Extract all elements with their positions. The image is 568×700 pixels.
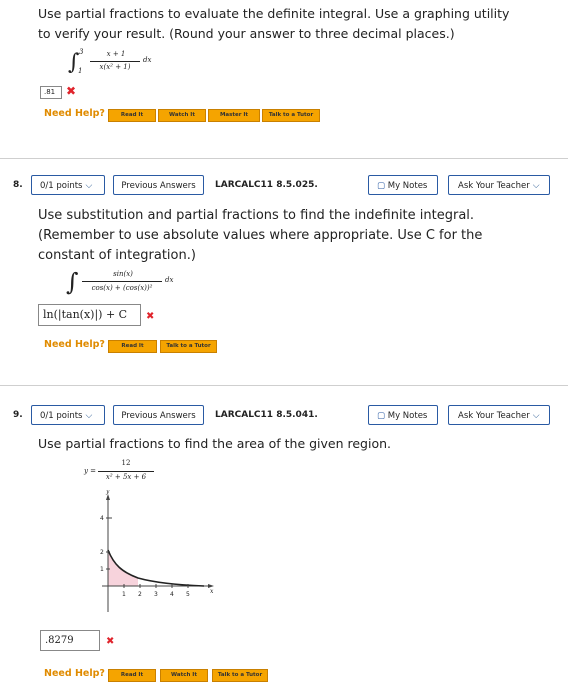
divider — [0, 385, 568, 386]
q9-equation: y = 12 x² + 5x + 6 — [84, 458, 174, 488]
integral-sign: ∫ — [66, 268, 79, 296]
q7-numerator: x + 1 — [106, 50, 126, 58]
q9-previous-answers-button[interactable]: Previous Answers — [113, 405, 204, 425]
incorrect-icon: ✖ — [66, 84, 77, 98]
q7-integral: ∫ 3 1 x + 1 x(x² + 1) dx — [68, 48, 158, 80]
q8-points-dropdown[interactable]: 0/1 points ⌵ — [31, 175, 105, 195]
q9-region-graph: y x 4 2 1 1 2 3 4 5 — [100, 490, 214, 612]
incorrect-icon: ✖ — [106, 636, 115, 647]
q7-answer-input[interactable]: .81 — [40, 86, 62, 99]
q8-points-label: 0/1 points — [40, 181, 83, 191]
q9-text: Use partial fractions to find the area o… — [38, 436, 392, 451]
x-tick-label: 3 — [154, 591, 158, 598]
q8-text-line1: Use substitution and partial fractions t… — [38, 208, 475, 223]
chevron-down-icon: ⌵ — [85, 181, 93, 191]
q7-text-line2: to verify your result. (Round your answe… — [38, 26, 455, 41]
q9-problem-code: LARCALC11 8.5.041. — [215, 410, 318, 420]
chevron-down-icon: ⌵ — [85, 411, 93, 421]
x-tick-label: 4 — [170, 591, 174, 598]
x-axis-label: x — [210, 588, 214, 595]
q8-need-help: Need Help? — [44, 339, 105, 350]
q7-lower-limit: 1 — [78, 67, 83, 75]
q8-ask-teacher-dropdown[interactable]: Ask Your Teacher ⌵ — [448, 175, 550, 195]
chevron-down-icon: ⌵ — [532, 181, 540, 191]
q9-equation-lhs: y = — [84, 467, 97, 475]
q8-dx: dx — [165, 276, 174, 284]
q9-points-label: 0/1 points — [40, 411, 83, 421]
q9-my-notes-button[interactable]: ▢ My Notes — [368, 405, 438, 425]
q8-numerator: sin(x) — [113, 270, 133, 278]
q8-text-line3: constant of integration.) — [38, 248, 196, 263]
shaded-region — [108, 550, 138, 586]
notes-icon: ▢ — [377, 411, 386, 421]
q7-upper-limit: 3 — [79, 48, 84, 56]
y-tick-label: 2 — [100, 549, 104, 556]
y-axis-label: y — [105, 490, 110, 495]
q7-read-it-button[interactable]: Read It — [108, 109, 156, 122]
q9-my-notes-label: My Notes — [387, 411, 428, 421]
q9-equation-denominator: x² + 5x + 6 — [105, 473, 147, 481]
q8-my-notes-label: My Notes — [387, 181, 428, 191]
x-tick-label: 2 — [138, 591, 142, 598]
chevron-down-icon: ⌵ — [532, 411, 540, 421]
q7-watch-it-button[interactable]: Watch It — [158, 109, 206, 122]
q9-watch-it-button[interactable]: Watch It — [160, 669, 208, 682]
q9-answer-input[interactable]: .8279 — [40, 630, 100, 651]
q8-problem-code: LARCALC11 8.5.025. — [215, 180, 318, 190]
y-tick-label: 4 — [100, 515, 104, 522]
q8-denominator: cos(x) + (cos(x))² — [91, 284, 153, 292]
q9-talk-to-tutor-button[interactable]: Talk to a Tutor — [212, 669, 268, 682]
incorrect-icon: ✖ — [146, 311, 155, 322]
q8-integral: ∫ sin(x) cos(x) + (cos(x))² dx — [66, 268, 186, 300]
q9-read-it-button[interactable]: Read It — [108, 669, 156, 682]
q9-points-dropdown[interactable]: 0/1 points ⌵ — [31, 405, 105, 425]
q8-previous-answers-button[interactable]: Previous Answers — [113, 175, 204, 195]
y-tick-label: 1 — [100, 566, 104, 573]
q8-number: 8. — [13, 180, 23, 190]
q7-talk-to-tutor-button[interactable]: Talk to a Tutor — [262, 109, 320, 122]
q9-need-help: Need Help? — [44, 668, 105, 679]
q8-text-line2: (Remember to use absolute values where a… — [38, 228, 483, 243]
q8-my-notes-button[interactable]: ▢ My Notes — [368, 175, 438, 195]
q9-ask-teacher-label: Ask Your Teacher — [458, 411, 530, 421]
q9-equation-numerator: 12 — [121, 459, 131, 467]
q7-need-help: Need Help? — [44, 108, 105, 119]
q7-denominator: x(x² + 1) — [99, 63, 131, 71]
q7-master-it-button[interactable]: Master It — [208, 109, 260, 122]
q8-talk-to-tutor-button[interactable]: Talk to a Tutor — [160, 340, 217, 353]
divider — [0, 158, 568, 159]
x-tick-label: 1 — [122, 591, 126, 598]
q8-read-it-button[interactable]: Read It — [108, 340, 157, 353]
q9-ask-teacher-dropdown[interactable]: Ask Your Teacher ⌵ — [448, 405, 550, 425]
q8-ask-teacher-label: Ask Your Teacher — [458, 181, 530, 191]
q7-dx: dx — [143, 56, 152, 64]
q7-text-line1: Use partial fractions to evaluate the de… — [38, 6, 510, 21]
q8-answer-input[interactable]: ln(|tan(x)|) + C — [38, 304, 141, 326]
notes-icon: ▢ — [377, 181, 386, 191]
q9-number: 9. — [13, 410, 23, 420]
x-tick-label: 5 — [186, 591, 190, 598]
